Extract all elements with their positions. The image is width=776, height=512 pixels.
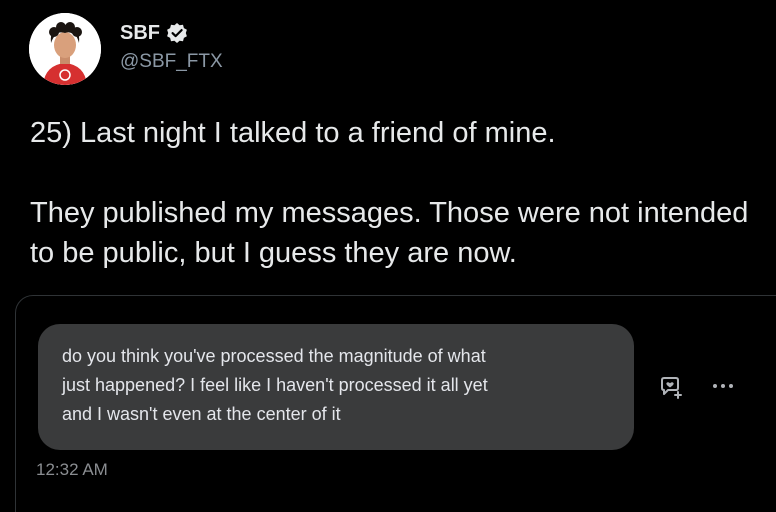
tweet-paragraph: They published my messages. Those were n… (30, 197, 749, 269)
author-name-row[interactable]: SBF (120, 19, 188, 47)
message-line: and I wasn't even at the center of it (62, 404, 341, 424)
tweet-text: 25) Last night I talked to a friend of m… (30, 113, 760, 273)
message-timestamp: 12:32 AM (36, 460, 108, 479)
message-line: just happened? I feel like I haven't pro… (62, 375, 488, 395)
avatar[interactable] (29, 13, 101, 85)
more-options-icon (708, 376, 738, 396)
avatar-image (29, 13, 101, 85)
display-name[interactable]: SBF (120, 22, 160, 45)
add-reaction-icon (658, 376, 684, 400)
dot (721, 384, 725, 388)
dot (713, 384, 717, 388)
tweet-paragraph: 25) Last night I talked to a friend of m… (30, 117, 556, 149)
author-handle[interactable]: @SBF_FTX (120, 51, 223, 73)
verified-badge-icon (166, 22, 188, 44)
dot (729, 384, 733, 388)
tweet-container: SBF @SBF_FTX 25) Last night I talked to … (0, 0, 776, 512)
message-line: do you think you've processed the magnit… (62, 346, 486, 366)
attached-screenshot[interactable]: do you think you've processed the magnit… (15, 295, 776, 512)
message-bubble: do you think you've processed the magnit… (38, 324, 634, 450)
